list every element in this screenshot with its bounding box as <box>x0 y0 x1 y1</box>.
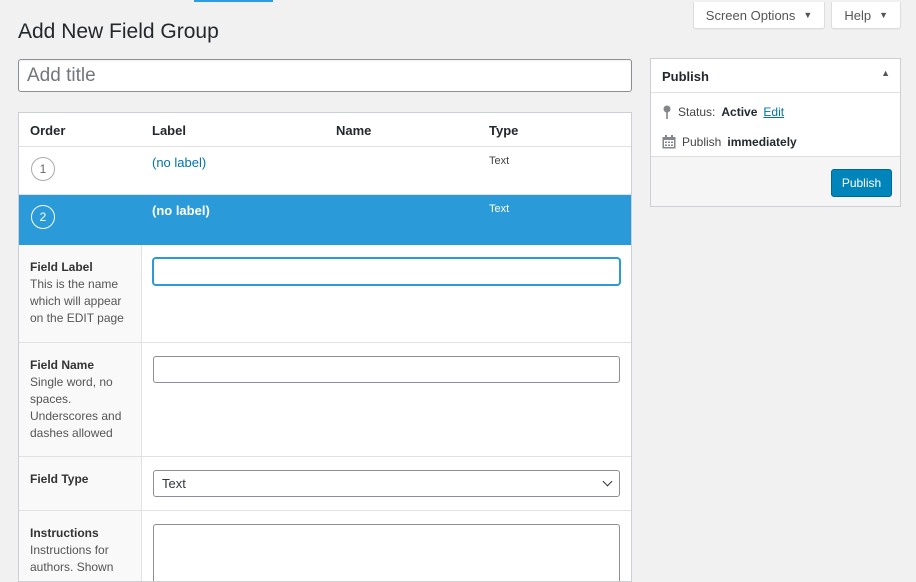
column-header-label: Label <box>152 123 186 138</box>
fields-table-header: Order Label Name Type <box>19 113 631 147</box>
instructions-textarea[interactable] <box>153 524 620 581</box>
setting-title: Field Label <box>30 260 93 274</box>
calendar-icon <box>662 135 676 149</box>
status-line: Status: Active Edit <box>662 105 784 119</box>
field-label-input[interactable] <box>153 258 620 285</box>
publish-time-line: Publish immediately <box>662 135 797 149</box>
screen-options-button[interactable]: Screen Options ▼ <box>692 2 826 29</box>
setting-control <box>142 511 631 581</box>
field-label-link[interactable]: (no label) <box>152 155 206 170</box>
publish-box-title: Publish <box>662 69 709 84</box>
setting-field-label: Field Label This is the name which will … <box>19 245 631 342</box>
setting-title: Field Name <box>30 358 95 372</box>
column-header-order: Order <box>30 123 66 138</box>
field-settings: Field Label This is the name which will … <box>19 245 631 581</box>
screen-meta-links: Screen Options ▼ Help ▼ <box>692 2 901 29</box>
setting-label: Field Name Single word, no spaces. Under… <box>19 343 142 456</box>
status-edit-link[interactable]: Edit <box>763 105 784 119</box>
active-menu-indicator <box>194 0 273 2</box>
help-button[interactable]: Help ▼ <box>831 2 901 29</box>
setting-control: Text <box>142 457 631 510</box>
field-row[interactable]: 1 (no label) Text <box>19 147 631 195</box>
publish-actions: Publish <box>651 156 900 206</box>
chevron-down-icon <box>602 476 613 487</box>
fields-panel: Order Label Name Type 1 (no label) Text … <box>18 112 632 582</box>
field-name-input[interactable] <box>153 356 620 383</box>
order-handle[interactable]: 2 <box>31 205 55 229</box>
setting-control <box>142 245 631 342</box>
screen-options-label: Screen Options <box>705 7 796 23</box>
field-type-select[interactable]: Text <box>153 470 620 497</box>
triangle-down-icon: ▼ <box>879 10 888 20</box>
setting-instructions: Instructions Instructions for authors. S… <box>19 510 631 581</box>
field-type-text: Text <box>489 155 510 167</box>
status-label: Status: <box>678 105 716 119</box>
publish-when: immediately <box>727 135 797 149</box>
order-handle[interactable]: 1 <box>31 157 55 181</box>
setting-description: Single word, no spaces. Underscores and … <box>30 375 122 440</box>
title-input[interactable] <box>18 59 632 92</box>
column-header-type: Type <box>489 123 519 138</box>
setting-label: Field Label This is the name which will … <box>19 245 142 342</box>
field-type-text: Text <box>489 203 510 215</box>
page-title: Add New Field Group <box>18 20 219 43</box>
setting-label: Field Type <box>19 457 142 510</box>
publish-button[interactable]: Publish <box>831 169 892 197</box>
setting-field-name: Field Name Single word, no spaces. Under… <box>19 342 631 456</box>
setting-description: Instructions for authors. Shown <box>30 543 114 574</box>
setting-control <box>142 343 631 456</box>
field-row-active[interactable]: 2 (no label) Text <box>19 195 631 245</box>
publish-box-header[interactable]: Publish ▲ <box>651 59 900 93</box>
status-value: Active <box>721 105 758 119</box>
publish-box: Publish ▲ Status: Active Edit Publish im… <box>650 58 901 207</box>
help-label: Help <box>844 7 872 23</box>
publish-label: Publish <box>682 135 722 149</box>
setting-field-type: Field Type Text <box>19 456 631 510</box>
collapse-toggle-icon[interactable]: ▲ <box>881 68 890 78</box>
column-header-name: Name <box>336 123 372 138</box>
field-label-link[interactable]: (no label) <box>152 203 210 218</box>
setting-label: Instructions Instructions for authors. S… <box>19 511 142 581</box>
pin-icon <box>663 105 671 119</box>
setting-description: This is the name which will appear on th… <box>30 277 124 325</box>
setting-title: Field Type <box>30 472 89 486</box>
triangle-down-icon: ▼ <box>803 10 813 20</box>
field-type-selected: Text <box>162 476 186 491</box>
setting-title: Instructions <box>30 526 99 540</box>
